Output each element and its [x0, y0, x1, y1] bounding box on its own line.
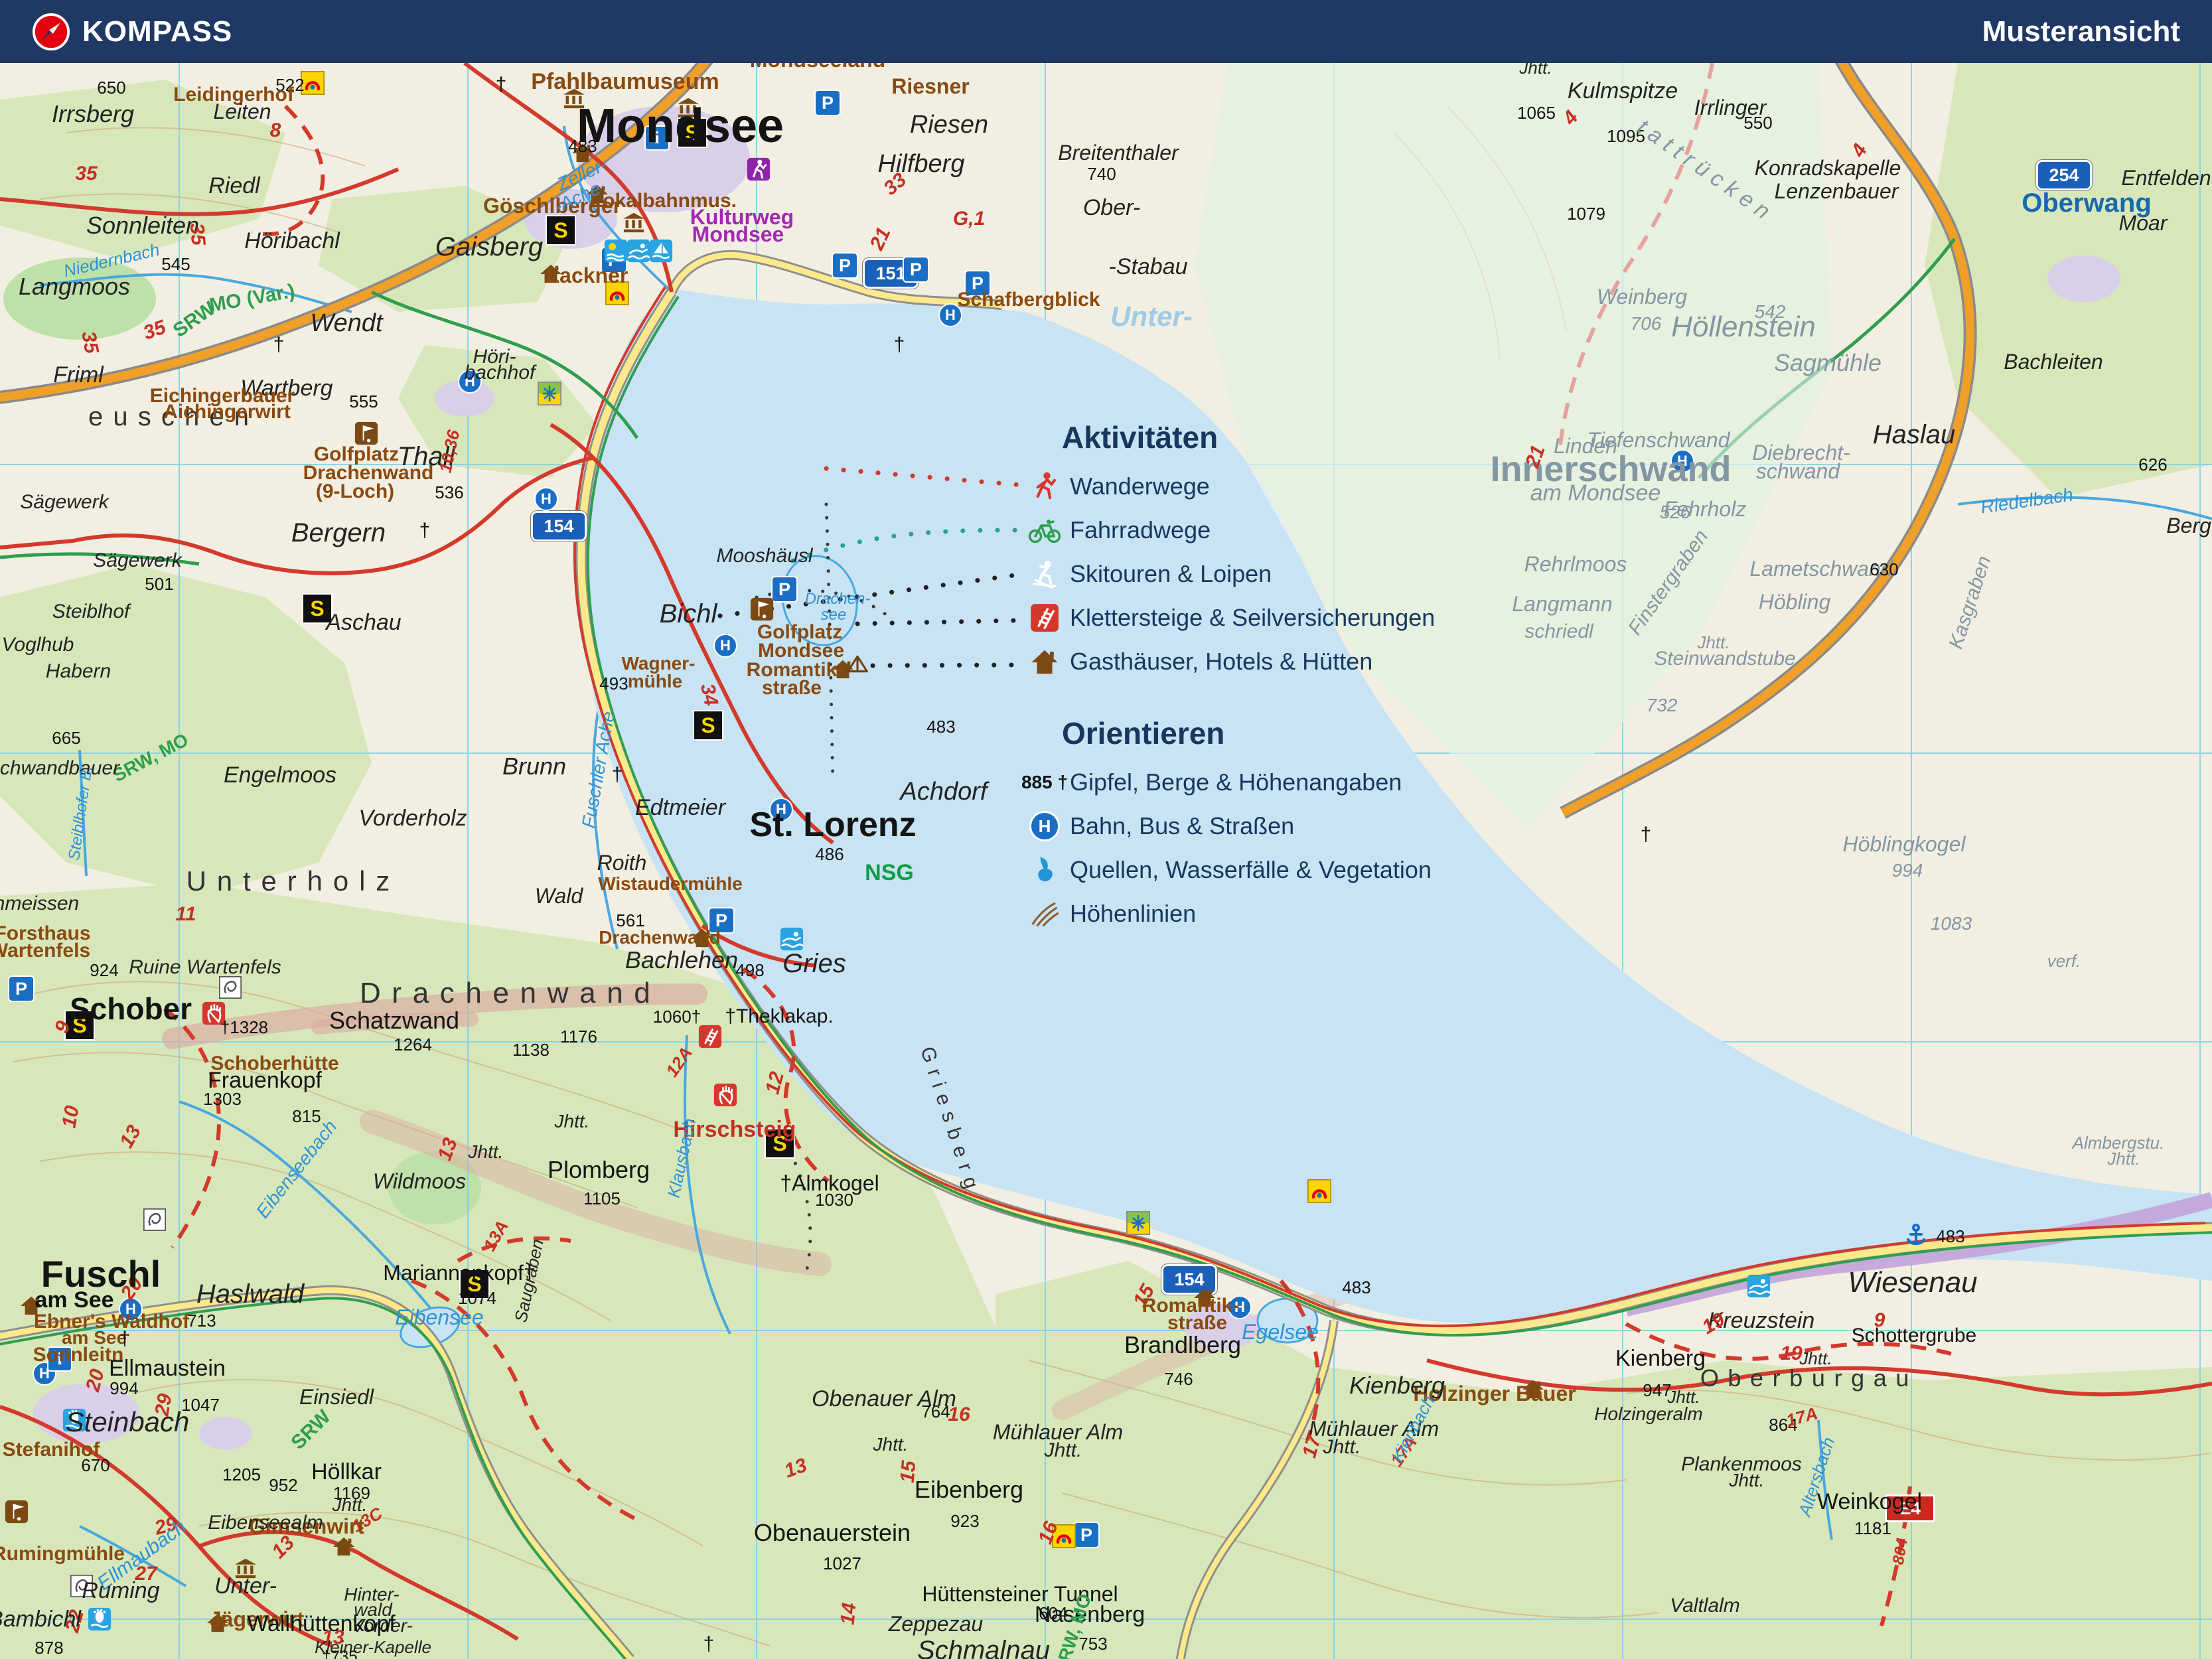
- legend-item-gasthaeuser: Gasthäuser, Hotels & Hütten: [1027, 640, 1435, 684]
- legend-item-label: Fahrradwege: [1070, 516, 1211, 543]
- legend-item-label: Gasthäuser, Hotels & Hütten: [1070, 648, 1373, 675]
- legend-item-fahrradwege: Fahrradwege: [1027, 508, 1435, 552]
- via-ferrata-icon: [1027, 603, 1062, 632]
- legend-item-label: Gipfel, Berge & Höhenangaben: [1070, 768, 1402, 796]
- legend-item-label: Höhenlinien: [1070, 900, 1197, 927]
- legend-orientation: Orientieren 885 † Gipfel, Berge & Höhena…: [1021, 715, 1432, 936]
- brand: KOMPASS: [32, 13, 232, 51]
- legend-item-label: Wanderwege: [1070, 472, 1210, 500]
- legend-item-hoehenlinien: Höhenlinien: [1027, 892, 1432, 936]
- hiker-icon: [1027, 471, 1062, 502]
- legend-item-gipfel: 885 † Gipfel, Berge & Höhenangaben: [1021, 760, 1432, 804]
- kompass-logo-icon: [32, 13, 70, 51]
- legend-item-skitouren: Skitouren & Loipen: [1027, 552, 1435, 596]
- elevation-icon: 885 †: [1021, 772, 1069, 792]
- legend-item-klettersteige: Klettersteige & Seilversicherungen: [1027, 596, 1435, 640]
- spring-icon: [1027, 855, 1062, 885]
- bike-icon: [1027, 517, 1062, 543]
- brand-name: KOMPASS: [82, 15, 233, 48]
- legend-item-quellen: Quellen, Wasserfälle & Vegetation: [1027, 848, 1432, 892]
- page-title: Musteransicht: [1982, 15, 2180, 48]
- legend-item-label: Skitouren & Loipen: [1070, 560, 1272, 587]
- contour-icon: [1027, 900, 1062, 928]
- legend-item-wanderwege: Wanderwege: [1027, 465, 1435, 508]
- ski-icon: [1027, 559, 1062, 589]
- legend-item-label: Bahn, Bus & Straßen: [1070, 812, 1295, 839]
- legend-item-label: Klettersteige & Seilversicherungen: [1070, 604, 1436, 631]
- kompass-map-sample-page: Aktivitäten Wanderwege Fahrradwege Skito…: [0, 0, 2212, 1659]
- legend-activities-title: Aktivitäten: [1062, 420, 1218, 455]
- legend-item-label: Quellen, Wasserfälle & Vegetation: [1070, 856, 1432, 883]
- legend-item-bahn: H Bahn, Bus & Straßen: [1027, 804, 1432, 848]
- hut-icon: [1027, 646, 1062, 677]
- header-bar: KOMPASS Musteransicht: [0, 0, 2212, 63]
- legend-activities: Aktivitäten Wanderwege Fahrradwege Skito…: [1027, 419, 1435, 684]
- legend-orientation-title: Orientieren: [1062, 716, 1225, 751]
- bus-stop-icon: H: [1027, 811, 1062, 841]
- map-area: Aktivitäten Wanderwege Fahrradwege Skito…: [0, 0, 2212, 1659]
